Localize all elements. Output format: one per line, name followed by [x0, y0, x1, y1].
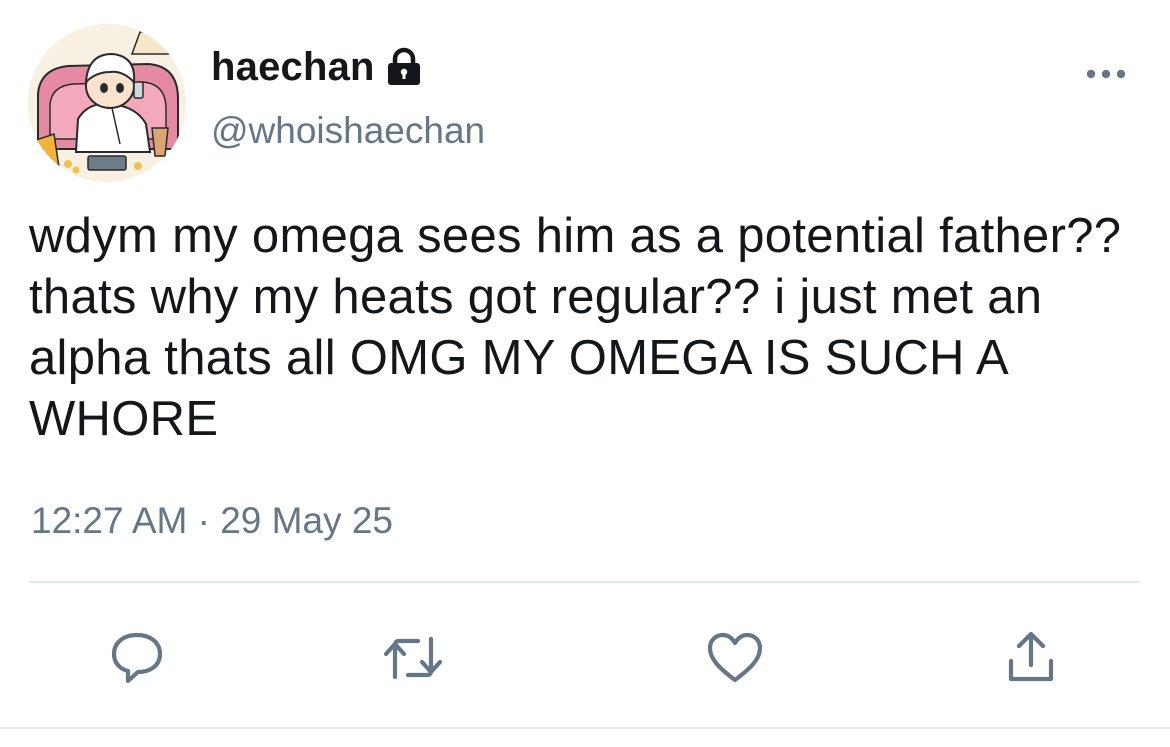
divider — [29, 581, 1140, 583]
tweet-date[interactable]: 29 May 25 — [220, 500, 393, 541]
avatar-illustration — [28, 24, 186, 182]
author-row: haechan — [211, 42, 423, 92]
tweet-card: haechan @whoishaechan wdym my omega sees… — [0, 0, 1170, 747]
tweet-meta: 12:27 AM · 29 May 25 — [31, 500, 393, 542]
avatar[interactable] — [28, 24, 186, 182]
meta-separator: · — [197, 500, 210, 541]
tweet-time[interactable]: 12:27 AM — [31, 500, 187, 541]
retweet-icon — [382, 633, 444, 683]
bottom-divider — [0, 727, 1170, 729]
like-icon — [705, 630, 765, 686]
lock-icon — [385, 47, 423, 87]
reply-icon — [108, 629, 166, 687]
like-button[interactable] — [702, 625, 768, 691]
more-options-icon[interactable] — [1084, 62, 1128, 86]
share-icon — [1003, 629, 1059, 687]
handle[interactable]: @whoishaechan — [211, 110, 485, 152]
share-button[interactable] — [998, 625, 1064, 691]
tweet-text: wdym my omega sees him as a potential fa… — [29, 209, 1122, 446]
retweet-button[interactable] — [380, 625, 446, 691]
display-name[interactable]: haechan — [211, 45, 375, 90]
reply-button[interactable] — [104, 625, 170, 691]
